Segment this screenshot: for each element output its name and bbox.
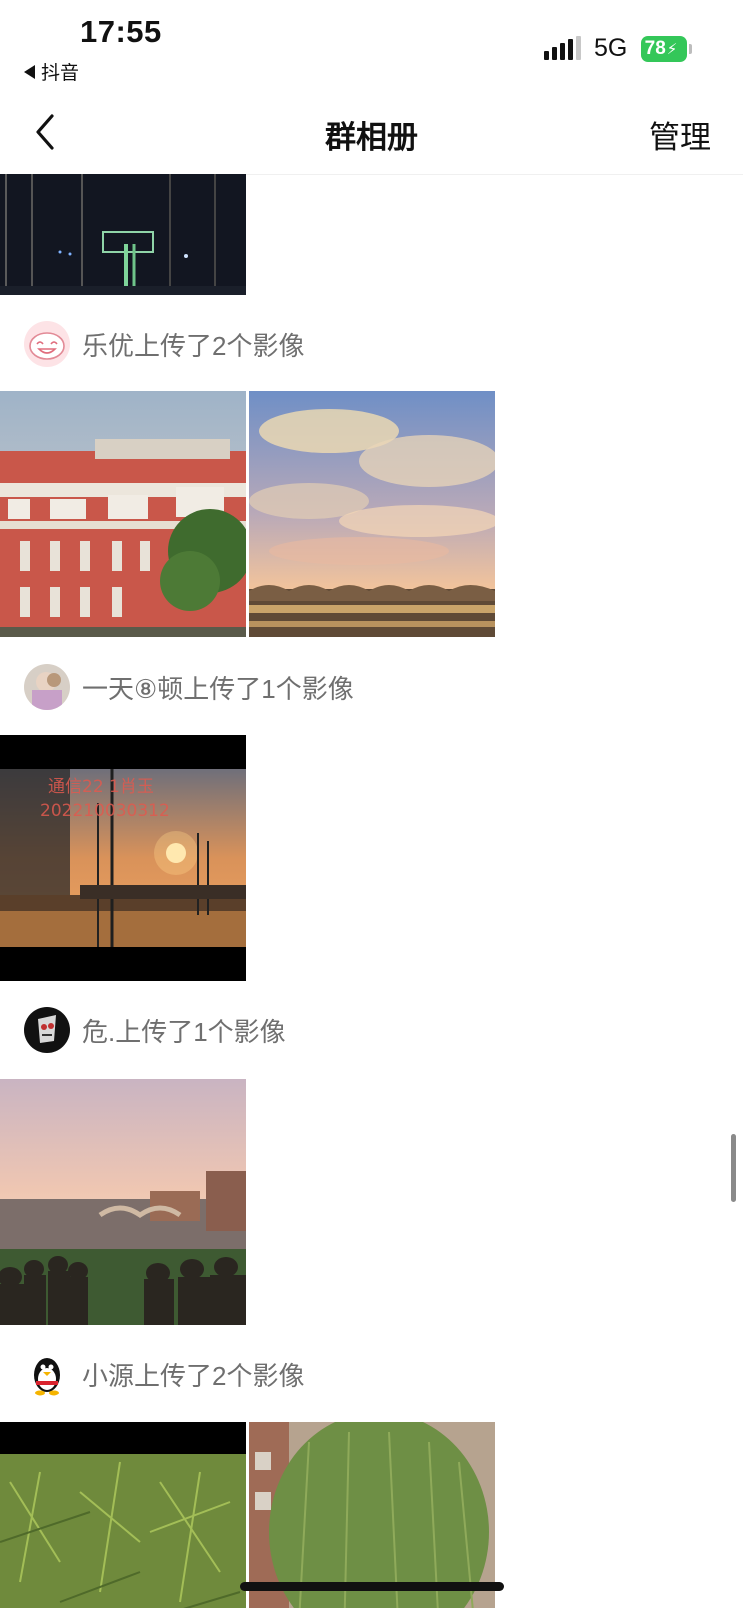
nav-bar: 群相册 管理 xyxy=(0,90,743,175)
skull-avatar-icon[interactable] xyxy=(24,1007,70,1053)
back-to-app[interactable]: 抖音 xyxy=(24,58,79,85)
photo-willow-tree[interactable] xyxy=(249,1422,495,1608)
status-bar: 17:55 抖音 5G 78 ⚡ xyxy=(0,0,743,90)
group-header: 小源上传了2个影像 xyxy=(24,1350,304,1398)
battery-icon: 78 ⚡ xyxy=(641,36,687,62)
battery-cap xyxy=(689,44,692,54)
photo-military-training[interactable] xyxy=(0,1079,246,1325)
battery-level: 78 xyxy=(644,38,666,59)
status-time: 17:55 xyxy=(80,14,162,49)
photo-avatar-icon[interactable] xyxy=(24,664,70,710)
network-type: 5G xyxy=(594,34,628,62)
group-upload-title: 乐优上传了2个影像 xyxy=(82,330,305,361)
charging-bolt-icon: ⚡ xyxy=(666,41,678,58)
group-upload-title: 危.上传了1个影像 xyxy=(82,1016,286,1047)
page-title: 群相册 xyxy=(325,120,418,155)
signal-strength-icon xyxy=(544,36,581,60)
photo-red-building[interactable] xyxy=(0,391,246,637)
photo-basketball-night[interactable] xyxy=(0,174,246,295)
group-upload-title: 小源上传了2个影像 xyxy=(82,1360,305,1391)
penguin-avatar-icon[interactable] xyxy=(24,1351,70,1397)
group-header: 危.上传了1个影像 xyxy=(24,1006,286,1054)
group-header: 一天⑧顿上传了1个影像 xyxy=(24,663,354,711)
back-triangle-icon xyxy=(24,64,35,79)
watermark-line1: 通信22 1肖玉 xyxy=(48,777,154,797)
watermark-line2: 202210030312 xyxy=(40,801,170,821)
photo-sunset-field[interactable]: 通信22 1肖玉 202210030312 xyxy=(0,735,246,981)
group-album-screen: 17:55 抖音 5G 78 ⚡ 群相册 管理 乐优上传了2个影像 一天⑧顿上传… xyxy=(0,0,743,1608)
photo-sunset-clouds[interactable] xyxy=(249,391,495,637)
home-indicator[interactable] xyxy=(240,1582,504,1591)
group-upload-title: 一天⑧顿上传了1个影像 xyxy=(82,673,354,704)
manage-button[interactable]: 管理 xyxy=(649,112,711,157)
scroll-indicator[interactable] xyxy=(731,1134,736,1202)
group-header: 乐优上传了2个影像 xyxy=(24,320,304,368)
back-app-label: 抖音 xyxy=(41,63,80,84)
smiley-avatar-icon[interactable] xyxy=(24,321,70,367)
photo-green-grass[interactable] xyxy=(0,1422,246,1608)
